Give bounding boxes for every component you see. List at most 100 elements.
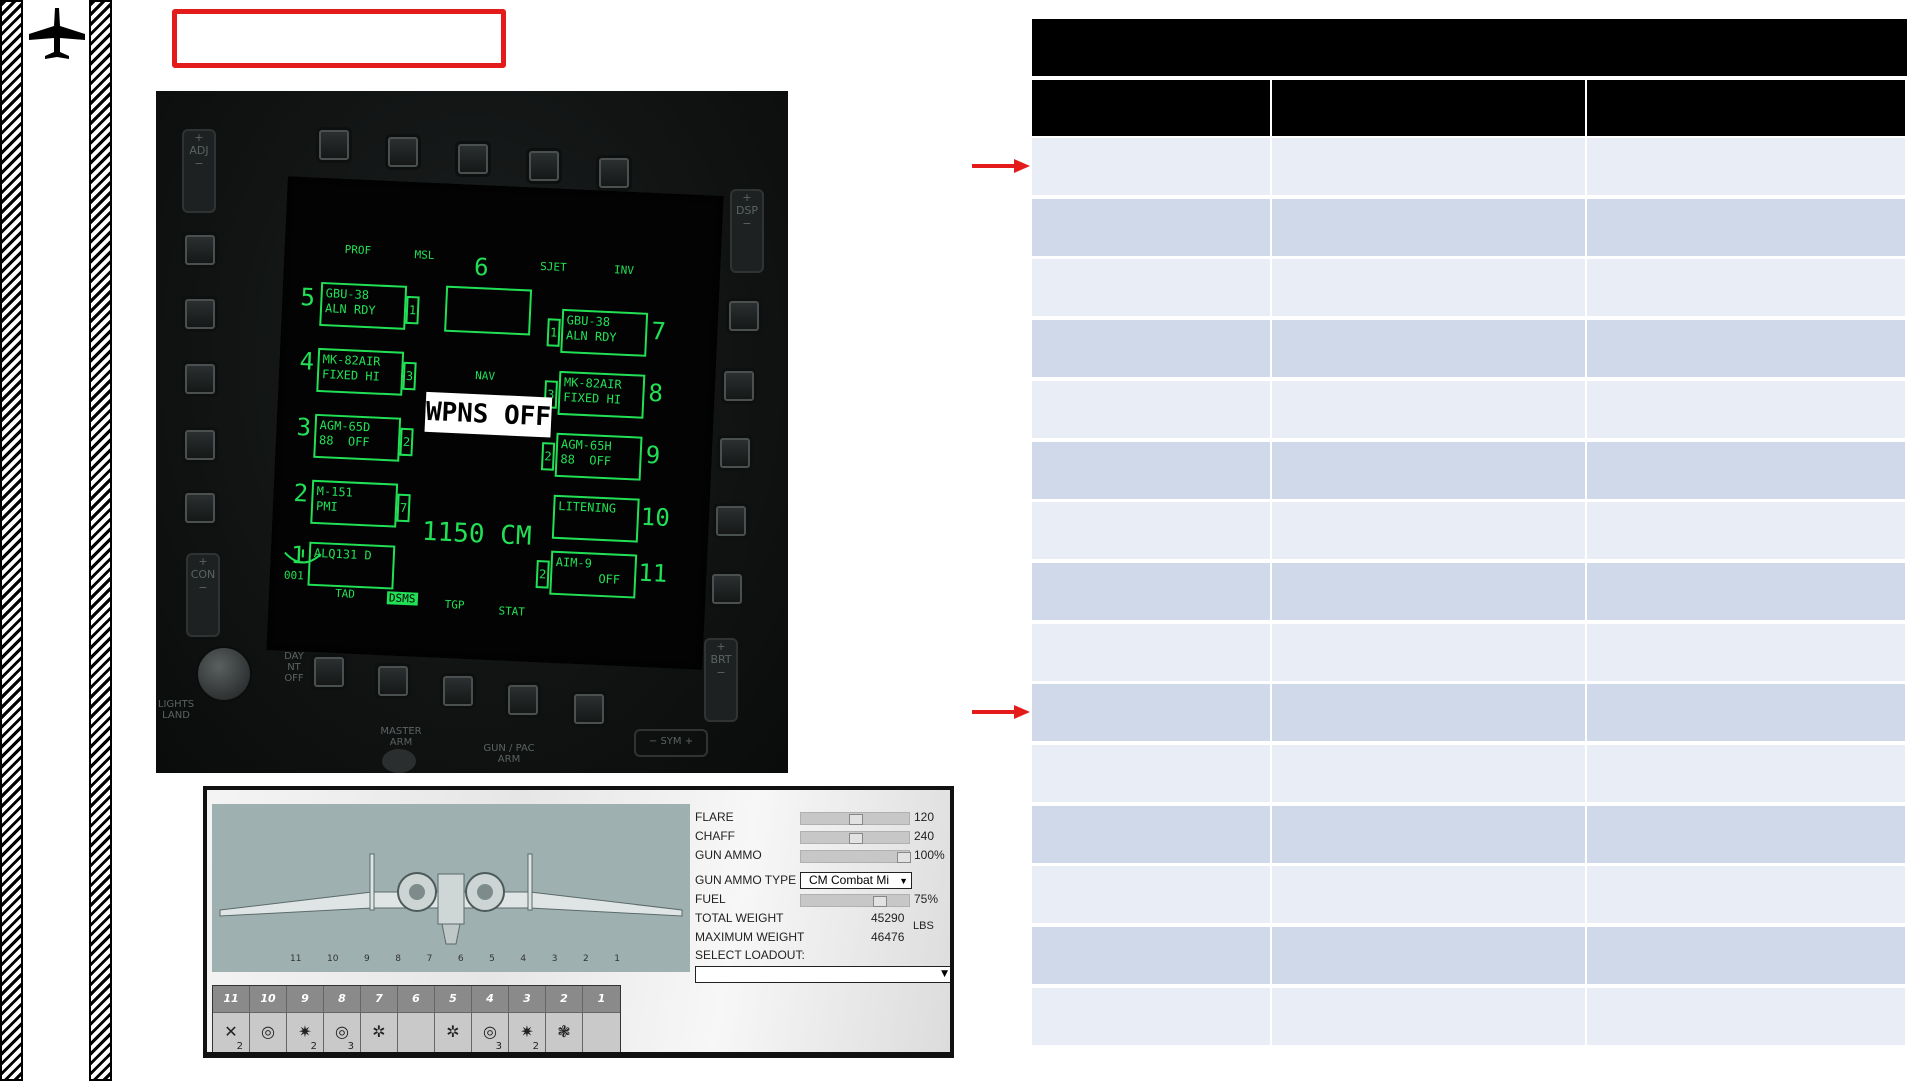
aircraft-front-view: 11 10 9 8 7 6 5 4 3 2 1 xyxy=(212,804,690,972)
table-cell xyxy=(1032,502,1270,559)
table-cell xyxy=(1032,988,1270,1045)
osb-left-5[interactable] xyxy=(185,493,215,523)
osb-top-2[interactable] xyxy=(388,137,418,167)
dsp-rocker[interactable]: + DSP − xyxy=(730,189,764,273)
fuel-slider-thumb[interactable] xyxy=(873,896,887,907)
sym-rocker[interactable]: − SYM + xyxy=(634,729,708,757)
plane-station-7: 7 xyxy=(426,954,433,964)
station-grid: 11 ✕ 2 10 ◎ 9 ✷ 2 8 ◎ 3 7 ✲ 6 5 ✲ 4 ◎ 3 3 ✷ 2 2 ❃ 1 xyxy=(212,985,621,1052)
station-cell-7[interactable]: 7 ✲ xyxy=(361,986,398,1052)
max-weight-label: MAXIMUM WEIGHT xyxy=(695,930,805,944)
station-4-qty: 3 xyxy=(402,361,417,391)
station-4-line1: MK-82AIR xyxy=(322,352,381,369)
table-row xyxy=(1032,138,1907,195)
station-4-line2: FIXED HI xyxy=(321,367,381,384)
table-cell xyxy=(1272,259,1585,316)
osb-right-2[interactable] xyxy=(724,371,754,401)
table-cell xyxy=(1032,624,1270,681)
highlight-box xyxy=(172,9,506,68)
osb-right-5[interactable] xyxy=(712,574,742,604)
right-station-11-box: AIM-9 OFF xyxy=(549,550,638,599)
gun-ammo-slider[interactable] xyxy=(800,850,911,863)
mfcd-screen: PROF MSL SJET INV 6 5 GBU-38 ALN RDY 1 4… xyxy=(266,176,724,670)
adj-label: ADJ xyxy=(189,144,209,157)
table-row xyxy=(1032,259,1907,316)
osb-left-4[interactable] xyxy=(185,430,215,460)
table-cell xyxy=(1272,745,1585,802)
weight-unit: LBS xyxy=(913,920,934,932)
sym-label: SYM xyxy=(660,736,682,747)
table-row xyxy=(1032,745,1907,802)
osb-right-1[interactable] xyxy=(729,301,759,331)
osb-bottom-5[interactable] xyxy=(574,694,604,724)
gun-ammo-type-select[interactable]: CM Combat Mi ▼ xyxy=(800,872,912,889)
sjet-label: SJET xyxy=(539,259,567,275)
osb-bottom-1[interactable] xyxy=(314,657,344,687)
osb-top-1[interactable] xyxy=(319,130,349,160)
dsms-label: DSMS xyxy=(386,591,418,606)
fuel-value: 75% xyxy=(914,892,939,906)
osb-top-4[interactable] xyxy=(529,151,559,181)
fuel-slider[interactable] xyxy=(800,894,910,907)
table-cell xyxy=(1032,745,1270,802)
table-cell xyxy=(1032,381,1270,438)
chaff-label: CHAFF xyxy=(695,829,735,843)
table-cell xyxy=(1032,199,1270,256)
table-row xyxy=(1032,927,1907,984)
table-cell xyxy=(1272,502,1585,559)
table-cell xyxy=(1587,320,1905,377)
total-weight-value: 45290 xyxy=(871,911,905,925)
station-cell-3[interactable]: 3 ✷ 2 xyxy=(509,986,546,1052)
station-11-qty: 2 xyxy=(535,560,550,589)
osb-bottom-2[interactable] xyxy=(378,666,408,696)
red-arrow-icon xyxy=(972,705,1030,719)
station-cell-8[interactable]: 8 ◎ 3 xyxy=(324,986,361,1052)
left-station-2-box: M-151 PMI xyxy=(310,479,399,528)
con-rocker[interactable]: + CON − xyxy=(186,553,220,637)
flare-slider[interactable] xyxy=(800,812,910,825)
osb-left-2[interactable] xyxy=(185,299,215,329)
station-cell-1[interactable]: 1 xyxy=(583,986,620,1052)
day-nt-off-knob[interactable] xyxy=(196,646,252,702)
right-station-9-box: AGM-65H 88 OFF xyxy=(554,432,643,481)
osb-top-5[interactable] xyxy=(599,158,629,188)
station-cell-9[interactable]: 9 ✷ 2 xyxy=(287,986,324,1052)
station-cell-3-number: 3 xyxy=(509,986,545,1013)
station-11-line1: AIM-9 xyxy=(555,554,593,571)
left-stripe-rail xyxy=(0,0,23,1081)
select-loadout-dropdown[interactable]: ▼ xyxy=(695,966,950,983)
brt-rocker[interactable]: + BRT − xyxy=(704,638,738,722)
flare-slider-thumb[interactable] xyxy=(849,814,863,825)
master-arm-switch[interactable] xyxy=(382,749,416,773)
right-station-10-box: LITENING xyxy=(551,494,640,543)
gun-ammo-slider-thumb[interactable] xyxy=(897,852,911,863)
station-cell-6[interactable]: 6 xyxy=(398,986,435,1052)
station-cell-10[interactable]: 10 ◎ xyxy=(250,986,287,1052)
osb-top-3[interactable] xyxy=(458,144,488,174)
osb-left-1[interactable] xyxy=(185,235,215,265)
table-cell xyxy=(1587,866,1905,923)
table-cell xyxy=(1587,927,1905,984)
osb-left-3[interactable] xyxy=(185,364,215,394)
left-station-3-number: 3 xyxy=(295,413,312,442)
station-cell-2[interactable]: 2 ❃ xyxy=(546,986,583,1052)
station-6-box xyxy=(444,285,533,336)
inv-label: INV xyxy=(613,263,635,278)
osb-right-3[interactable] xyxy=(720,438,750,468)
station-cell-11[interactable]: 11 ✕ 2 xyxy=(213,986,250,1052)
osb-bottom-3[interactable] xyxy=(443,676,473,706)
osb-right-4[interactable] xyxy=(716,506,746,536)
table-cell xyxy=(1272,320,1585,377)
chaff-slider-thumb[interactable] xyxy=(849,833,863,844)
station-3-off: OFF xyxy=(347,434,370,450)
chaff-slider[interactable] xyxy=(800,831,910,844)
mode-label: NAV xyxy=(474,369,496,383)
right-station-8-box: MK-82AIR FIXED HI xyxy=(557,370,646,419)
station-cell-4[interactable]: 4 ◎ 3 xyxy=(472,986,509,1052)
station-cell-5[interactable]: 5 ✲ xyxy=(435,986,472,1052)
missile-icon: ✷ 2 xyxy=(509,1013,545,1052)
adj-rocker[interactable]: + ADJ − xyxy=(182,129,216,213)
station-6-number: 6 xyxy=(473,252,490,282)
osb-bottom-4[interactable] xyxy=(508,685,538,715)
station-5-line1: GBU-38 xyxy=(325,286,370,303)
